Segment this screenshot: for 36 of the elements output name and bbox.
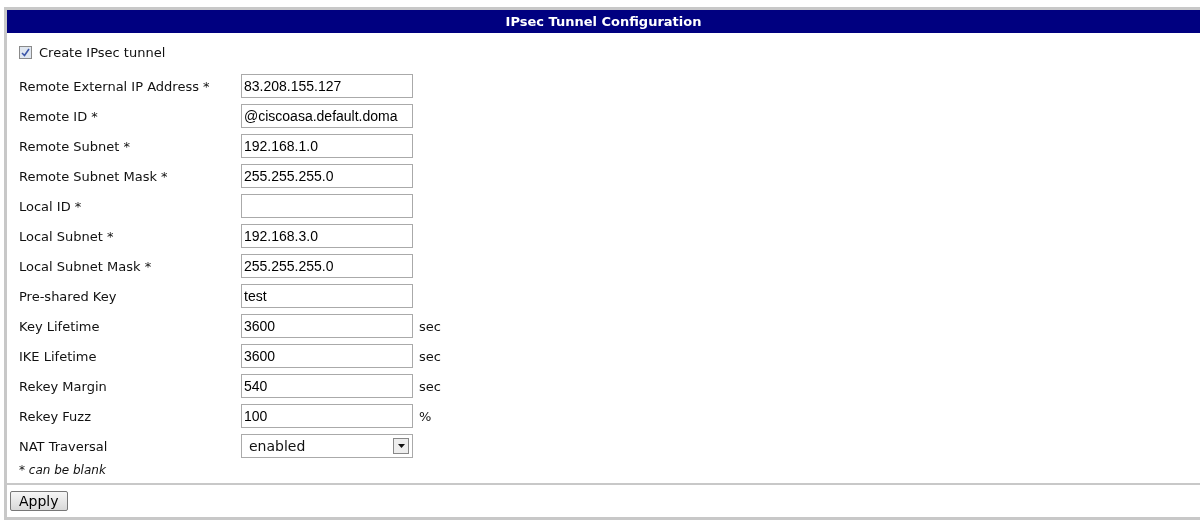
input-field[interactable]: 540 — [241, 374, 413, 398]
input-field[interactable]: test — [241, 284, 413, 308]
field-label: Local Subnet Mask * — [19, 258, 153, 274]
input-field[interactable]: 3600 — [241, 344, 413, 368]
input-field[interactable]: 255.255.255.0 — [241, 254, 413, 278]
field-label: Local Subnet * — [19, 228, 115, 244]
input-field[interactable]: 192.168.3.0 — [241, 224, 413, 248]
field-label: Remote ID * — [19, 108, 99, 124]
dropdown[interactable]: enabled — [241, 434, 413, 458]
field-label: Remote Subnet * — [19, 138, 131, 154]
input-field[interactable]: 255.255.255.0 — [241, 164, 413, 188]
input-field[interactable]: 3600 — [241, 314, 413, 338]
footnote: * can be blank — [19, 463, 107, 477]
field-label: Key Lifetime — [19, 318, 101, 334]
field-label: Rekey Fuzz — [19, 408, 92, 424]
checkbox[interactable] — [19, 45, 32, 59]
input-field[interactable]: 83.208.155.127 — [241, 74, 413, 98]
field-label: NAT Traversal — [19, 438, 109, 454]
apply-button[interactable]: Apply — [10, 491, 68, 511]
caret-icon — [393, 438, 409, 454]
unit-label: % — [419, 408, 432, 424]
field-label: Remote External IP Address * — [19, 78, 211, 94]
field-label: IKE Lifetime — [19, 348, 98, 364]
input-field[interactable]: @ciscoasa.default.doma — [241, 104, 413, 128]
field-label: Local ID * — [19, 198, 83, 214]
field-label: Remote Subnet Mask * — [19, 168, 169, 184]
field-label: Pre-shared Key — [19, 288, 118, 304]
unit-label: sec — [419, 378, 441, 394]
field-label: Rekey Margin — [19, 378, 108, 394]
input-field[interactable]: 192.168.1.0 — [241, 134, 413, 158]
unit-label: sec — [419, 318, 441, 334]
unit-label: sec — [419, 348, 441, 364]
input-field[interactable] — [241, 194, 413, 218]
input-field[interactable]: 100 — [241, 404, 413, 428]
checkbox-label: Create IPsec tunnel — [39, 44, 166, 60]
panel-title: IPsec Tunnel Configuration — [7, 10, 1200, 33]
